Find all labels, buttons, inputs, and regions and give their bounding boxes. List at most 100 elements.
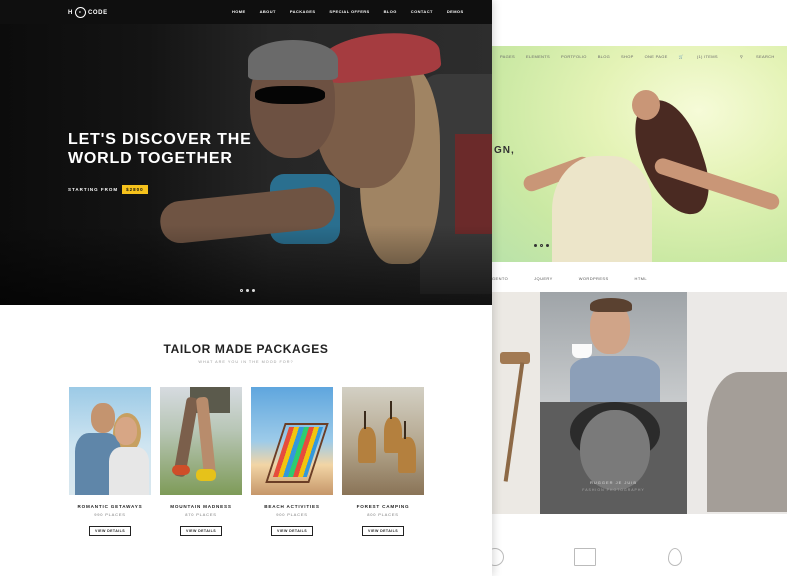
portfolio-item-stool[interactable]	[492, 292, 540, 514]
package-cards: ROMANTIC GETAWAYS 990 PLACES VIEW DETAIL…	[69, 387, 424, 537]
coffee-cup	[572, 344, 592, 358]
view-details-button[interactable]: VIEW DETAILS	[179, 526, 223, 536]
portfolio-item-woman-pose[interactable]	[687, 292, 787, 514]
nav-demos[interactable]: DEMOS	[447, 9, 464, 14]
package-name: ROMANTIC GETAWAYS	[77, 504, 143, 509]
back-nav-shop[interactable]: SHOP	[621, 54, 634, 59]
back-tech-tags: GENTO JQUERY WORDPRESS HTML	[492, 276, 673, 281]
hero-shade	[0, 225, 492, 305]
logo-circle-icon: C	[74, 7, 86, 18]
package-places: 870 PLACES	[185, 512, 217, 517]
back-portfolio-grid: RUGGER JE JUIB FASHION PHOTOGRAPHY	[492, 292, 787, 514]
portfolio-item-man-coffee[interactable]	[540, 292, 687, 402]
package-image-couple[interactable]	[69, 387, 151, 495]
cart-label: (1) ITEMS	[696, 54, 718, 59]
slider-dot[interactable]	[252, 289, 255, 292]
back-nav-portfolio[interactable]: PORTFOLIO	[561, 54, 587, 59]
main-nav: HOME ABOUT PACKAGES SPECIAL OFFERS BLOG …	[232, 9, 478, 14]
view-details-button[interactable]: VIEW DETAILS	[88, 526, 132, 536]
package-name: BEACH ACTIVITIES	[264, 504, 320, 509]
view-details-button[interactable]: VIEW DETAILS	[361, 526, 405, 536]
back-nav-blog[interactable]: BLOG	[598, 54, 610, 59]
package-card-mountain: MOUNTAIN MADNESS 870 PLACES VIEW DETAILS	[160, 387, 242, 537]
hero-backpack-strap	[455, 134, 492, 234]
package-image-hikers[interactable]	[160, 387, 242, 495]
package-places: 800 PLACES	[367, 512, 399, 517]
nav-blog[interactable]: BLOG	[384, 9, 397, 14]
hero-beanie	[248, 40, 338, 80]
slider-dot[interactable]	[534, 244, 537, 247]
nav-packages[interactable]: PACKAGES	[290, 9, 316, 14]
back-slider-dots	[534, 244, 549, 247]
caption-sub: FASHION PHOTOGRAPHY	[582, 488, 645, 492]
caption-title: RUGGER JE JUIB	[589, 480, 638, 485]
stool-leg	[503, 362, 525, 482]
search-icon: ⚲	[739, 54, 744, 59]
back-nav: PAGES ELEMENTS PORTFOLIO BLOG SHOP ONE P…	[500, 54, 781, 59]
browser-icon	[574, 548, 596, 566]
man-head	[91, 403, 115, 433]
man-body	[570, 356, 660, 402]
tag-wordpress: WORDPRESS	[578, 276, 609, 281]
package-places: 990 PLACES	[94, 512, 126, 517]
hero-sunglasses	[255, 86, 325, 104]
hero-banner: LET'S DISCOVER THE WORLD TOGETHER STARTI…	[0, 24, 492, 305]
starting-label: STARTING FROM	[68, 187, 119, 192]
beach-chair-frame	[265, 423, 329, 483]
back-nav-elements[interactable]: ELEMENTS	[526, 54, 550, 59]
hero-slider-dots	[240, 289, 255, 292]
package-places: 900 PLACES	[276, 512, 308, 517]
back-search[interactable]: ⚲ SEARCH	[740, 54, 786, 59]
hero-title-line2: WORLD TOGETHER	[68, 150, 233, 167]
nav-contact[interactable]: CONTACT	[411, 9, 433, 14]
hero-title-line1: LET'S DISCOVER THE	[68, 131, 252, 148]
tag-jquery: JQUERY	[534, 276, 553, 281]
antelope	[398, 437, 416, 473]
hero-starting-from: STARTING FROM $2800	[68, 185, 148, 194]
slider-dot[interactable]	[546, 244, 549, 247]
man-hair	[590, 298, 632, 312]
package-name: MOUNTAIN MADNESS	[170, 504, 232, 509]
back-cart[interactable]: 🛒 (1) ITEMS	[679, 54, 729, 59]
nav-home[interactable]: HOME	[232, 9, 246, 14]
balloon-icon	[668, 548, 682, 566]
woman-pose-shape	[707, 372, 787, 512]
hero-woman-head	[632, 90, 660, 120]
back-hero-banner: PAGES ELEMENTS PORTFOLIO BLOG SHOP ONE P…	[492, 46, 787, 262]
slider-dot[interactable]	[246, 289, 249, 292]
site-logo[interactable]: H C CODE	[68, 7, 108, 18]
back-nav-one-page[interactable]: ONE PAGE	[645, 54, 668, 59]
front-page-preview: H C CODE HOME ABOUT PACKAGES SPECIAL OFF…	[0, 0, 492, 576]
package-card-romantic: ROMANTIC GETAWAYS 990 PLACES VIEW DETAIL…	[69, 387, 151, 537]
price-badge: $2800	[122, 185, 148, 194]
package-card-forest: FOREST CAMPING 800 PLACES VIEW DETAILS	[342, 387, 424, 537]
back-nav-pages[interactable]: PAGES	[500, 54, 515, 59]
slider-dot-active[interactable]	[540, 244, 543, 247]
woman-face	[580, 410, 650, 490]
antelope-horn	[390, 401, 392, 419]
logo-prefix: H	[68, 9, 73, 16]
portfolio-item-woman-headphones[interactable]: RUGGER JE JUIB FASHION PHOTOGRAPHY	[540, 402, 687, 514]
hiker-shoe	[196, 469, 216, 481]
antelope-horn	[364, 411, 366, 429]
search-label: SEARCH	[756, 54, 775, 59]
tag-html: HTML	[634, 276, 648, 281]
package-image-antelopes[interactable]	[342, 387, 424, 495]
nav-special-offers[interactable]: SPECIAL OFFERS	[329, 9, 369, 14]
background-page-preview: PAGES ELEMENTS PORTFOLIO BLOG SHOP ONE P…	[492, 46, 787, 576]
view-details-button[interactable]: VIEW DETAILS	[270, 526, 314, 536]
cart-icon: 🛒	[678, 54, 684, 59]
antelope	[358, 427, 376, 463]
back-feature-icons	[492, 548, 787, 576]
logo-text: CODE	[87, 9, 108, 16]
section-title: TAILOR MADE PACKAGES	[163, 342, 329, 356]
nav-about[interactable]: ABOUT	[260, 9, 276, 14]
package-image-beach-chair[interactable]	[251, 387, 333, 495]
portfolio-caption: RUGGER JE JUIB FASHION PHOTOGRAPHY	[540, 480, 687, 492]
stool-seat	[500, 352, 530, 364]
package-name: FOREST CAMPING	[356, 504, 410, 509]
hero-title: LET'S DISCOVER THE WORLD TOGETHER	[68, 130, 288, 168]
package-card-beach: BEACH ACTIVITIES 900 PLACES VIEW DETAILS	[251, 387, 333, 537]
hero-woman-body	[552, 156, 652, 262]
slider-dot-active[interactable]	[240, 289, 243, 292]
